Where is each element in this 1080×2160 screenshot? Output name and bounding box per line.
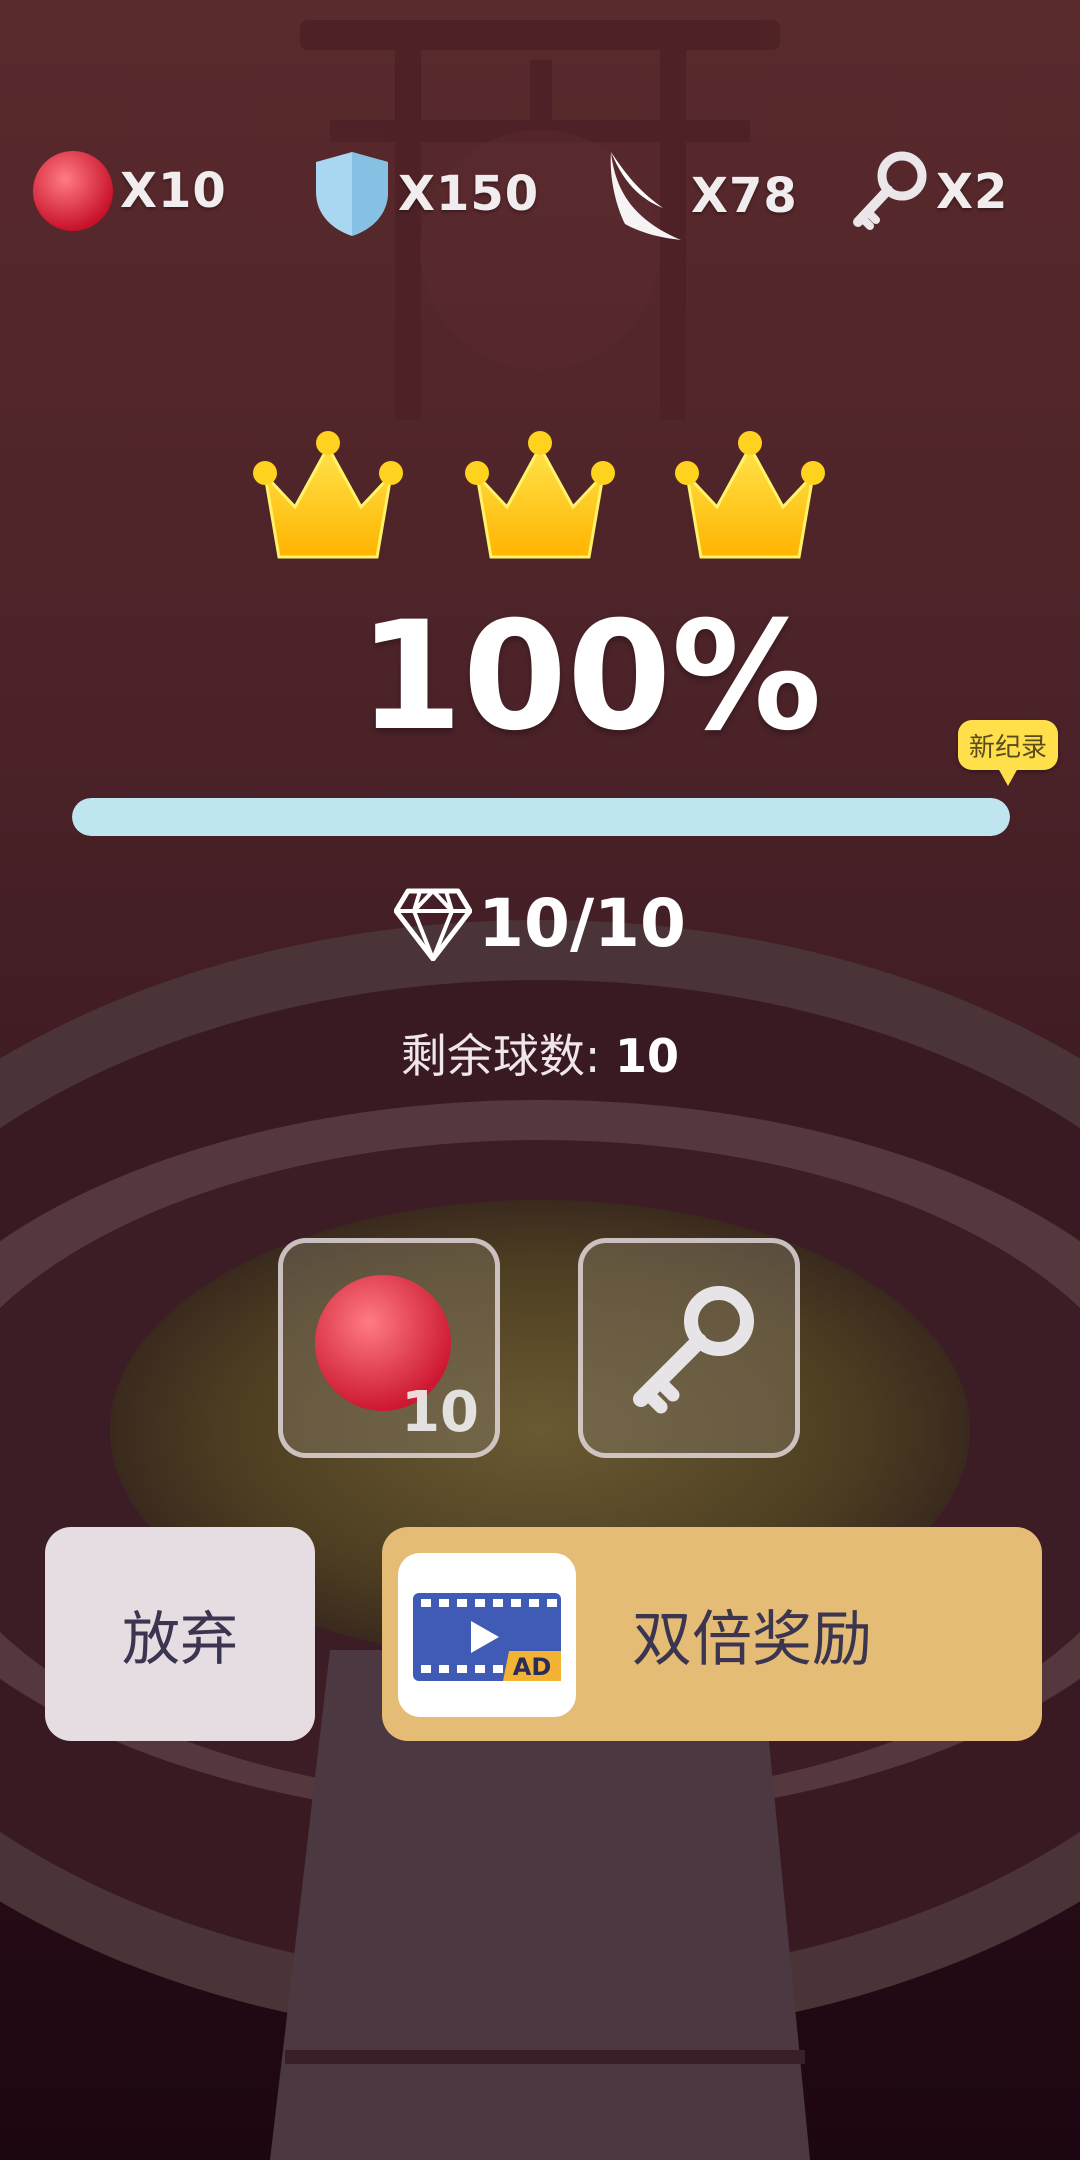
- video-ad-icon: AD: [398, 1553, 576, 1717]
- ad-badge-text: AD: [513, 1653, 552, 1681]
- ball-item-slot[interactable]: 10: [278, 1238, 500, 1458]
- level-progress-bar: [72, 798, 1010, 836]
- progress-fill: [72, 798, 1010, 836]
- shield-count: X150: [398, 166, 540, 222]
- key-icon: [633, 1286, 754, 1414]
- double-reward-label: 双倍奖励: [632, 1604, 872, 1675]
- resource-keys: X2: [850, 150, 1008, 234]
- ball-slot-count: 10: [401, 1380, 479, 1445]
- new-record-badge: 新纪录: [958, 720, 1058, 786]
- remaining-label: 剩余球数:: [400, 1029, 601, 1083]
- red-ball-icon: [33, 151, 113, 231]
- crown-rating: [0, 425, 1080, 565]
- completion-percent: 100%: [358, 590, 822, 764]
- key-icon: [853, 151, 927, 230]
- crown-icon: [253, 425, 403, 565]
- key-item-slot[interactable]: [578, 1238, 800, 1458]
- crown-icon: [675, 425, 825, 565]
- resource-wings: X78: [603, 150, 798, 242]
- remaining-balls: 剩余球数: 10: [0, 1020, 1080, 1086]
- gem-counter: 10/10: [0, 885, 1080, 962]
- crown-icon: [465, 425, 615, 565]
- gem-count: 10/10: [478, 885, 686, 962]
- resource-balls: X10: [32, 150, 227, 232]
- resource-shields: X150: [312, 150, 539, 238]
- remaining-value: 10: [615, 1029, 680, 1083]
- give-up-button[interactable]: 放弃: [45, 1527, 315, 1741]
- diamond-icon: [394, 888, 473, 961]
- key-count: X2: [936, 164, 1009, 220]
- double-reward-button[interactable]: AD 双倍奖励: [382, 1527, 1042, 1741]
- shield-icon: [316, 152, 388, 236]
- wing-icon: [610, 152, 681, 240]
- wing-count: X78: [691, 168, 798, 224]
- ball-count: X10: [120, 163, 227, 219]
